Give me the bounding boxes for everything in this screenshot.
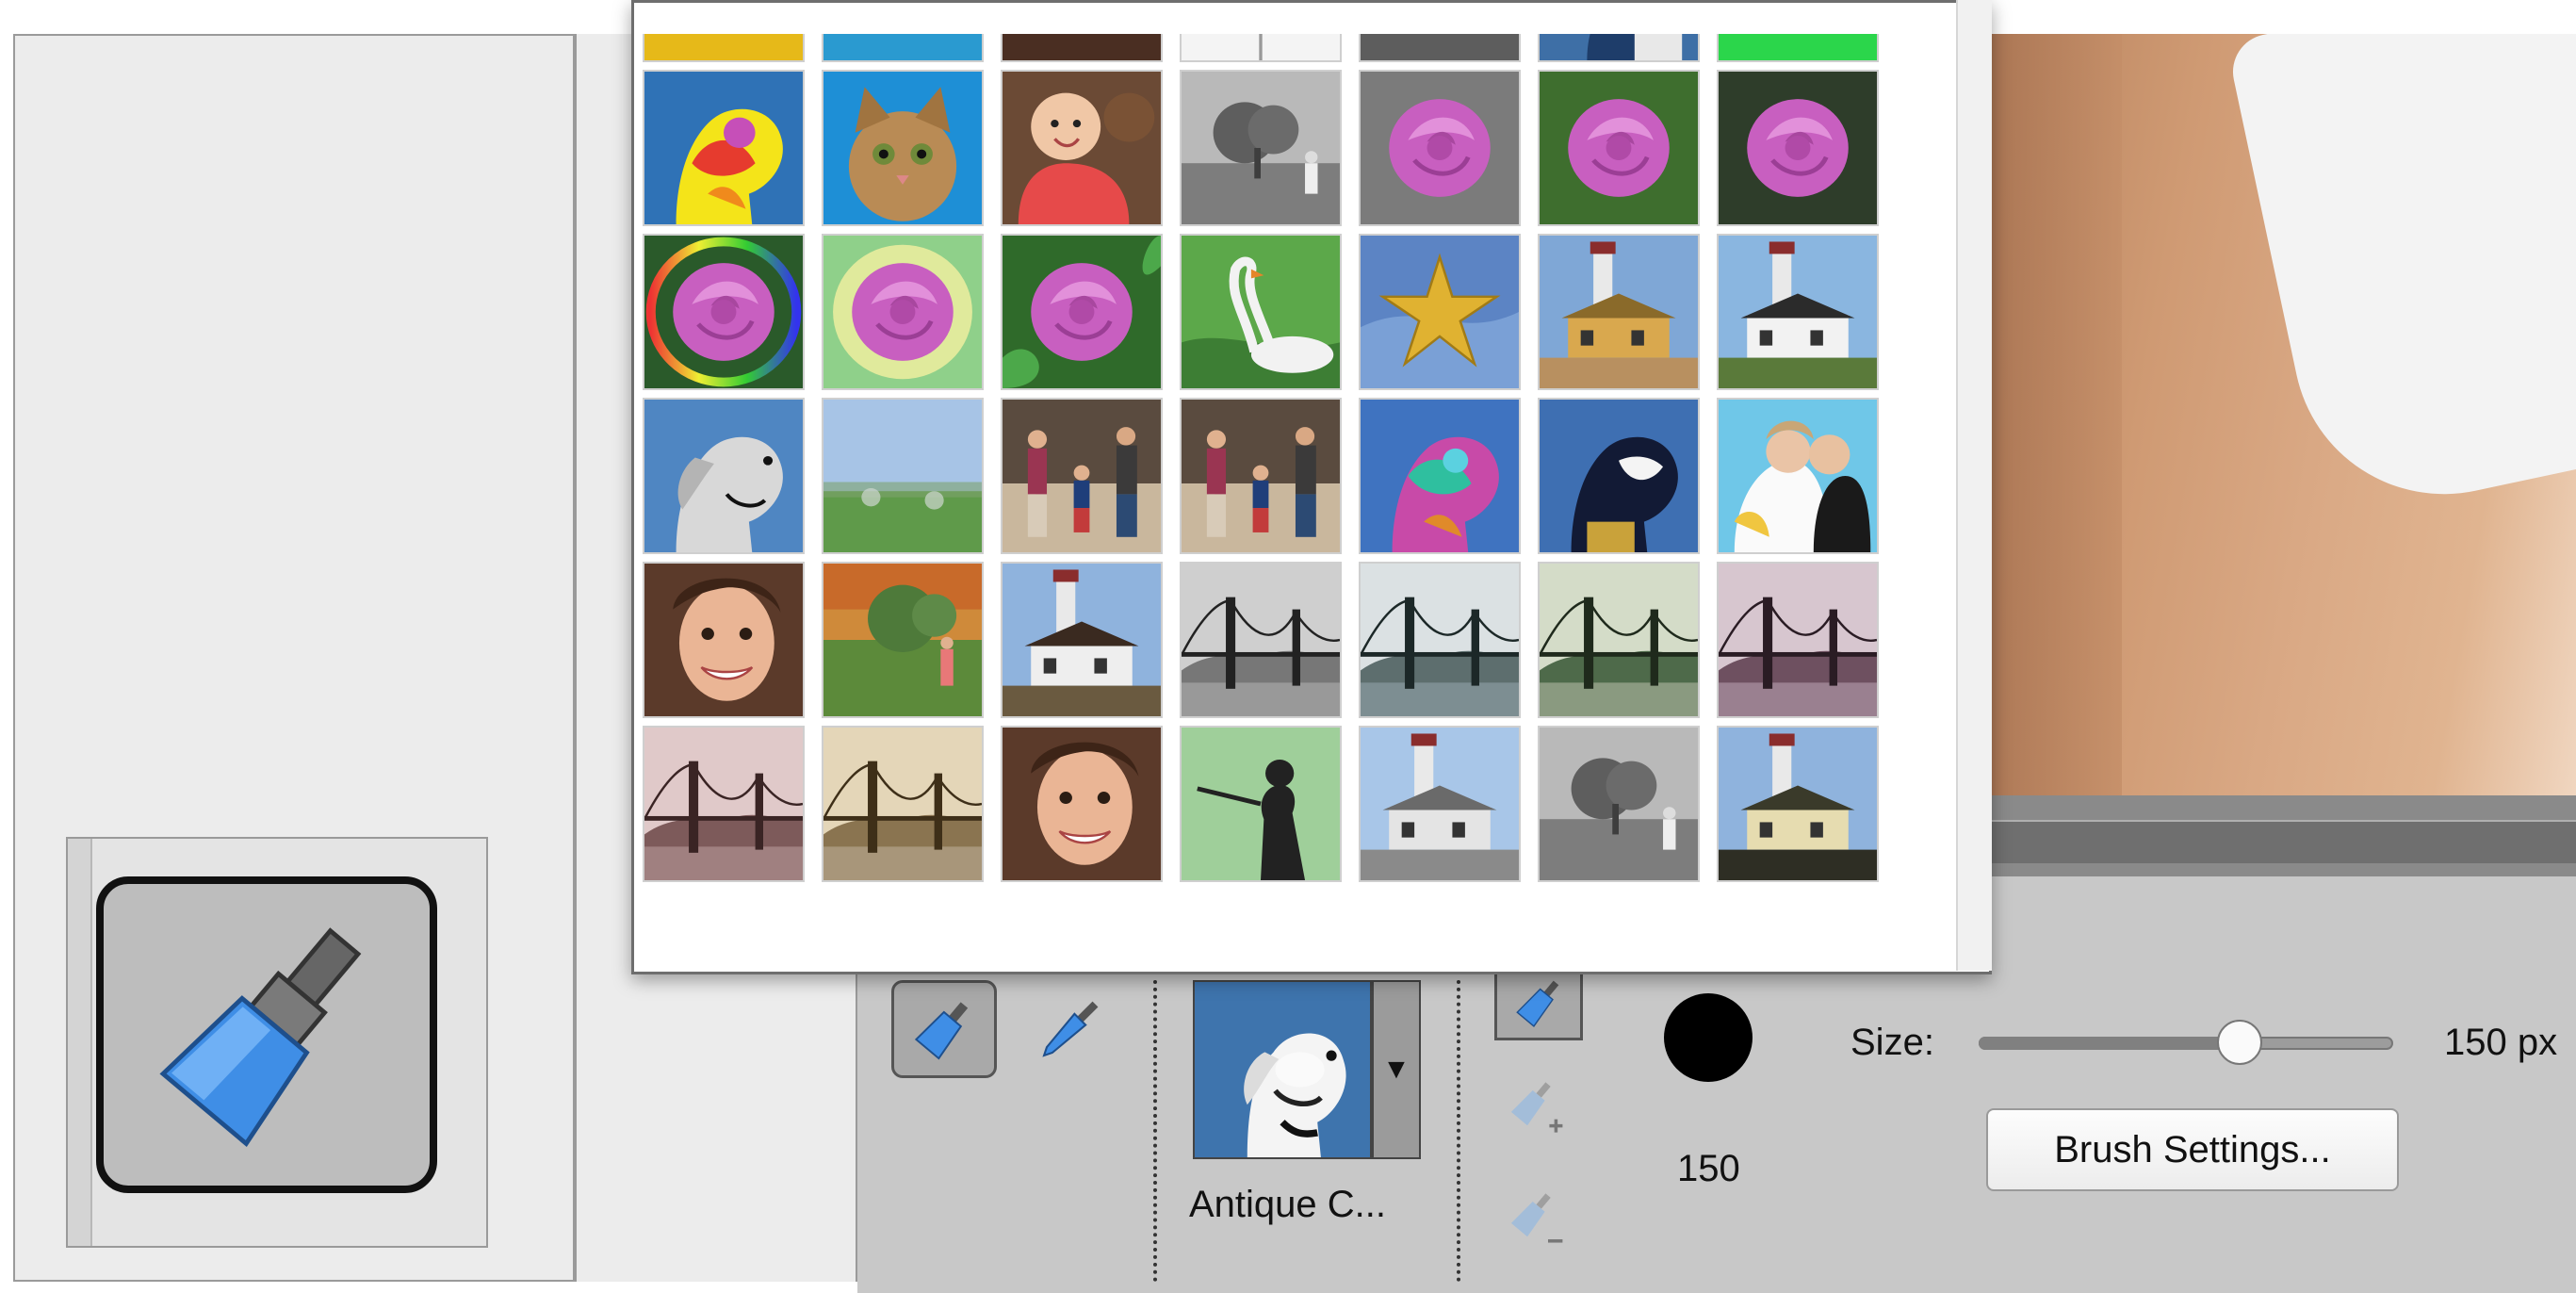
canvas-scrollbar[interactable] [1990,795,2576,876]
thumb-swan[interactable] [1180,234,1342,390]
thumb-girl-face-2[interactable] [1001,726,1163,882]
thumb-girl-field[interactable] [822,562,984,718]
thumb-bridge-rose[interactable] [643,726,805,882]
thumb-sketch-tree-top[interactable] [1180,34,1342,62]
thumb-wedding-couple[interactable] [1717,398,1879,554]
thumb-dog-blue-top[interactable] [1538,34,1700,62]
thumb-rose-green-bg[interactable] [1538,70,1700,226]
size-label: Size: [1850,1022,1934,1063]
thumb-child-yellow-sweater[interactable] [643,34,805,62]
preset-name-label: Antique C... [1189,1184,1387,1225]
preset-dropdown-button[interactable]: ▼ [1372,980,1421,1159]
chevron-down-icon: ▼ [1382,1054,1410,1085]
smart-brush-icon [159,927,362,1148]
detail-brush-icon [1042,1001,1099,1057]
smart-brush-small-icon [914,1002,969,1060]
thumb-lighthouse-antique[interactable] [1717,726,1879,882]
dog-preset-image [1195,982,1370,1157]
thumb-silhouette-green[interactable] [1180,726,1342,882]
thumb-bridge-sepia[interactable] [822,726,984,882]
size-slider-fill [1979,1037,2241,1050]
thumb-girl-face[interactable] [643,562,805,718]
add-to-selection-button[interactable] [1502,1074,1568,1140]
thumb-bridge-cool[interactable] [1359,562,1521,718]
preset-gallery-grid [639,34,1890,886]
thumb-baby-red-sweater[interactable] [1001,70,1163,226]
preset-thumbnail[interactable] [1193,980,1372,1159]
canvas-photo[interactable] [1990,34,2576,795]
thumb-dog-sketch[interactable] [643,398,805,554]
thumb-dog-dark[interactable] [1538,398,1700,554]
thumb-bridge-mauve[interactable] [1717,562,1879,718]
thumb-lighthouse-gold[interactable] [1538,234,1700,390]
subtract-from-selection-button[interactable] [1502,1186,1568,1252]
thumb-field-blur[interactable] [822,398,984,554]
thumb-bridge-green[interactable] [1538,562,1700,718]
options-separator [1153,980,1157,1282]
brush-size-preview[interactable] [1664,993,1753,1082]
thumb-green-top[interactable] [1717,34,1879,62]
size-slider-thumb[interactable] [2217,1020,2263,1065]
new-selection-button[interactable] [1494,967,1583,1040]
preset-gallery-grid-viewport [639,34,1901,937]
thumb-lighthouse-color[interactable] [1717,234,1879,390]
thumb-lighthouse-house[interactable] [1001,562,1163,718]
thumb-psychedelic-dog[interactable] [643,70,805,226]
brush-new-icon [1516,980,1559,1028]
thumb-family-1[interactable] [1001,398,1163,554]
thumb-bridge-gray[interactable] [1180,562,1342,718]
thumb-gray-top[interactable] [1359,34,1521,62]
thumb-rose-gray-bg[interactable] [1359,70,1521,226]
thumb-lighthouse-faded[interactable] [1359,726,1521,882]
brush-add-icon [1510,1082,1563,1133]
thumb-dog-pop-art[interactable] [1359,398,1521,554]
thumb-child-blue-sweater[interactable] [822,34,984,62]
thumb-rose-dark-bg[interactable] [1717,70,1879,226]
gallery-scrollbar[interactable] [1956,0,1992,971]
thumb-bw-tree-2[interactable] [1538,726,1700,882]
size-value: 150 px [2444,1022,2558,1063]
thumb-family-2[interactable] [1180,398,1342,554]
smart-brush-mode-button[interactable] [891,980,997,1078]
brush-settings-button[interactable]: Brush Settings... [1986,1108,2399,1191]
brush-size-number: 150 [1677,1148,1740,1189]
thumb-girl-face-top[interactable] [1001,34,1163,62]
smart-brush-tool-button[interactable] [96,876,437,1193]
thumb-rose-rainbow-ring[interactable] [643,234,805,390]
thumb-rose-soft-glow[interactable] [822,234,984,390]
thumb-bw-tree[interactable] [1180,70,1342,226]
thumb-rose-leaves[interactable] [1001,234,1163,390]
brush-subtract-icon [1510,1193,1563,1243]
detail-smart-brush-button[interactable] [1018,980,1123,1078]
thumb-starfish[interactable] [1359,234,1521,390]
thumb-cat[interactable] [822,70,984,226]
options-separator [1457,980,1460,1282]
